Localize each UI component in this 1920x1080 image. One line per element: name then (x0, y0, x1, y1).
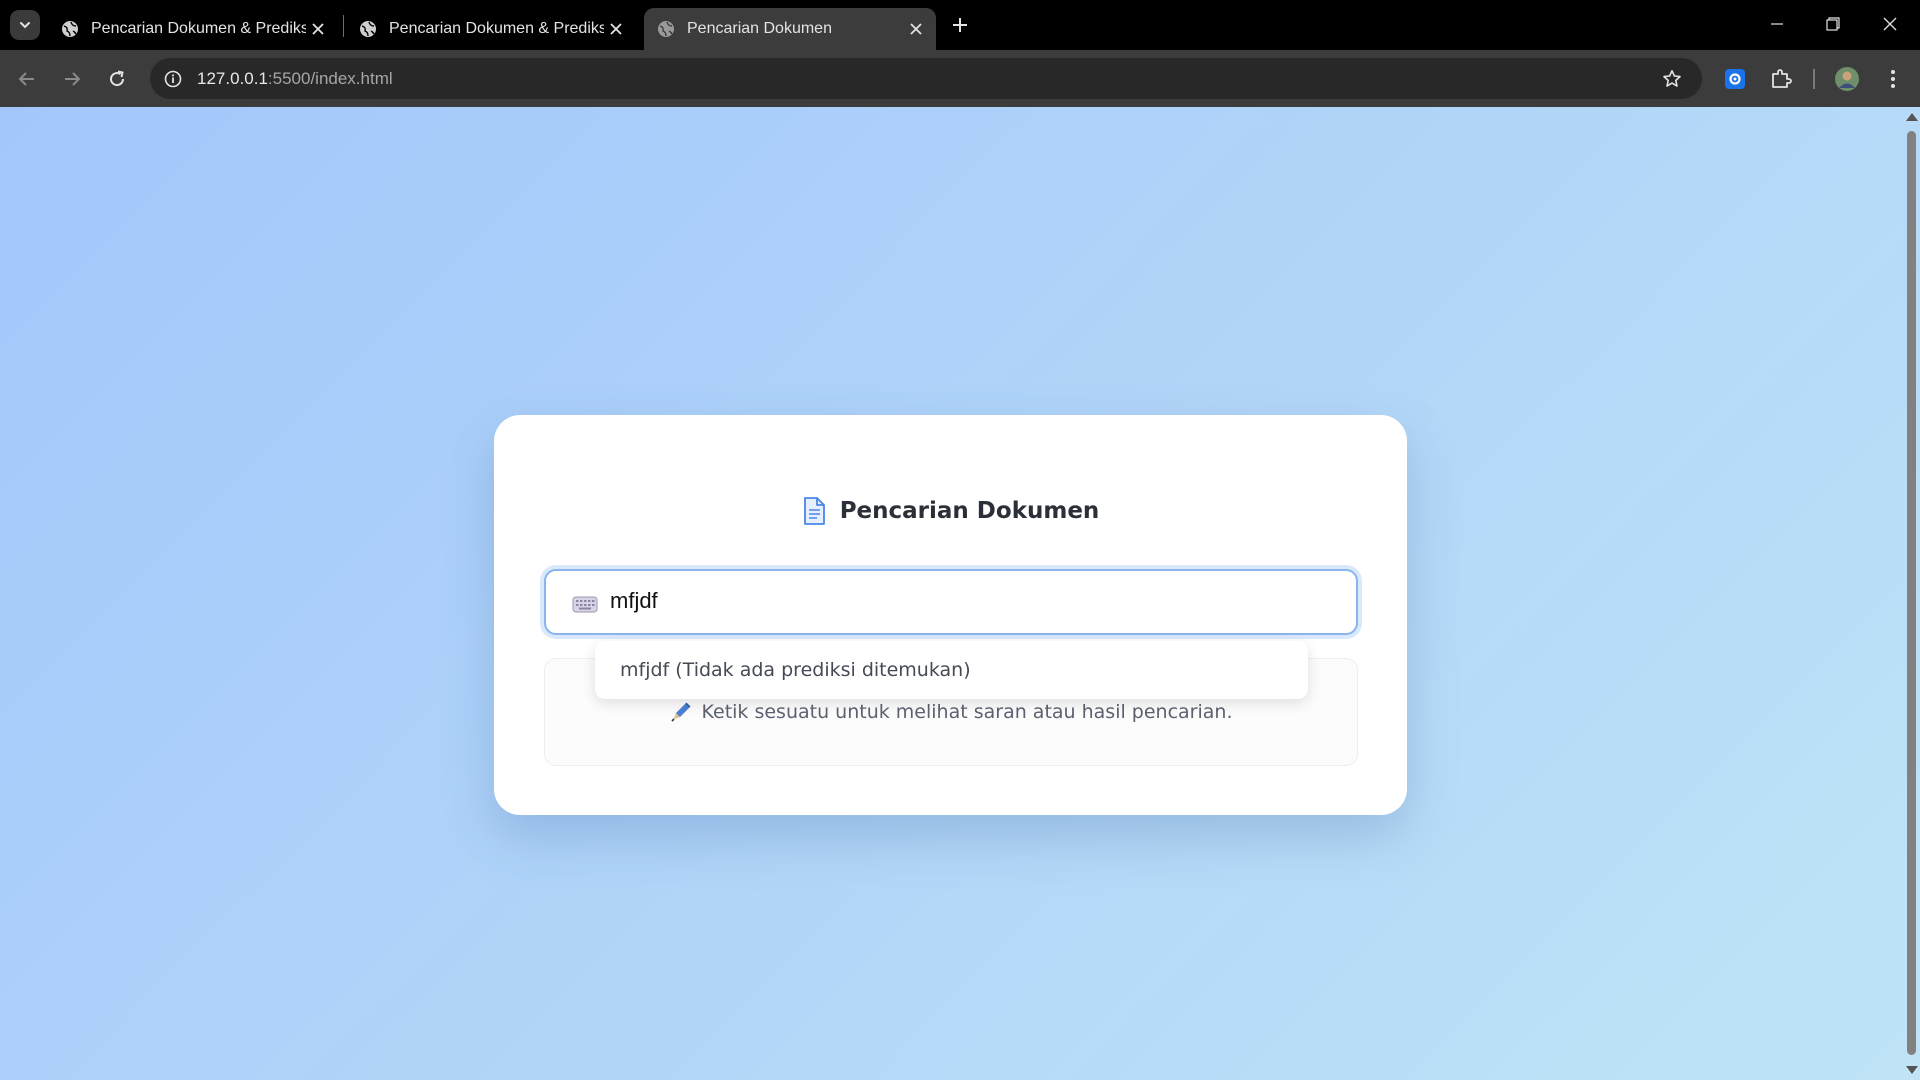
reload-button[interactable] (102, 64, 132, 94)
suggestion-dropdown: mfjdf (Tidak ada prediksi ditemukan) (595, 641, 1308, 699)
tab-title: Pencarian Dokumen (687, 20, 832, 37)
url-text[interactable]: 127.0.0.1:5500/index.html (197, 69, 393, 89)
toolbar-separator (1813, 69, 1815, 89)
profile-button[interactable] (1833, 65, 1861, 93)
new-tab-button[interactable] (948, 13, 972, 37)
results-hint-text: Ketik sesuatu untuk melihat saran atau h… (701, 701, 1233, 723)
page-scrollbar[interactable] (1902, 107, 1920, 1080)
pen-icon (670, 702, 690, 722)
reload-icon (110, 70, 125, 87)
scroll-down-arrow[interactable] (1906, 1066, 1918, 1074)
plus-icon (953, 18, 967, 32)
arrow-right-icon (65, 72, 81, 86)
search-input-value[interactable]: mfjdf (610, 588, 658, 614)
close-icon (610, 23, 622, 35)
suggestion-item[interactable]: mfjdf (Tidak ada prediksi ditemukan) (620, 659, 971, 681)
url-host: 127.0.0.1 (197, 69, 268, 88)
close-icon (1883, 17, 1897, 31)
bookmark-button[interactable] (1660, 67, 1684, 91)
globe-icon (62, 21, 78, 37)
extension-button[interactable] (1721, 65, 1749, 93)
tab-title: Pencarian Dokumen & Prediksi (91, 20, 306, 37)
restore-button[interactable] (1813, 8, 1853, 40)
tab-search-button[interactable] (10, 10, 40, 40)
page-title-text: Pencarian Dokumen (839, 498, 1100, 524)
close-window-button[interactable] (1870, 8, 1910, 40)
close-icon (910, 23, 922, 35)
close-tab-button[interactable] (904, 17, 928, 41)
restore-icon (1826, 17, 1840, 31)
forward-button[interactable] (57, 64, 87, 94)
close-tab-button[interactable] (604, 17, 628, 41)
document-icon (803, 497, 825, 525)
tab-3-active[interactable]: Pencarian Dokumen (644, 8, 936, 50)
keyboard-icon (572, 596, 598, 613)
minimize-icon (1771, 23, 1783, 25)
puzzle-icon (1772, 69, 1792, 88)
address-bar[interactable]: 127.0.0.1:5500/index.html (150, 58, 1702, 99)
chevron-down-icon (20, 22, 30, 29)
more-vertical-icon (1891, 70, 1895, 88)
extensions-menu-button[interactable] (1767, 65, 1795, 93)
site-info-button[interactable] (161, 67, 185, 91)
extension-gear-icon (1725, 69, 1745, 89)
close-tab-button[interactable] (306, 17, 330, 41)
browser-toolbar: 127.0.0.1:5500/index.html (0, 50, 1920, 107)
star-icon (1663, 70, 1681, 87)
scrollbar-thumb[interactable] (1907, 131, 1916, 1055)
tab-separator (343, 15, 344, 37)
back-button[interactable] (12, 64, 42, 94)
results-hint: Ketik sesuatu untuk melihat saran atau h… (545, 701, 1357, 723)
page-title: Pencarian Dokumen (494, 497, 1407, 525)
search-card: Pencarian Dokumen mfjdf Ketik sesuatu un… (494, 415, 1407, 815)
scroll-up-arrow[interactable] (1906, 113, 1918, 121)
tab-2[interactable]: Pencarian Dokumen & Prediksi (346, 8, 636, 50)
tab-title: Pencarian Dokumen & Prediksi (389, 20, 604, 37)
arrow-left-icon (18, 72, 34, 86)
browser-menu-button[interactable] (1879, 65, 1907, 93)
info-icon (164, 70, 182, 88)
page-viewport: Pencarian Dokumen mfjdf Ketik sesuatu un… (0, 107, 1920, 1080)
tab-strip: Pencarian Dokumen & Prediksi Pencarian D… (0, 0, 1920, 50)
avatar-icon (1835, 67, 1859, 91)
globe-icon (360, 21, 376, 37)
url-path: :5500/index.html (267, 69, 393, 88)
tab-1[interactable]: Pencarian Dokumen & Prediksi (48, 8, 338, 50)
minimize-button[interactable] (1757, 8, 1797, 40)
globe-icon (658, 21, 674, 37)
close-icon (312, 23, 324, 35)
search-input[interactable]: mfjdf (544, 569, 1358, 635)
